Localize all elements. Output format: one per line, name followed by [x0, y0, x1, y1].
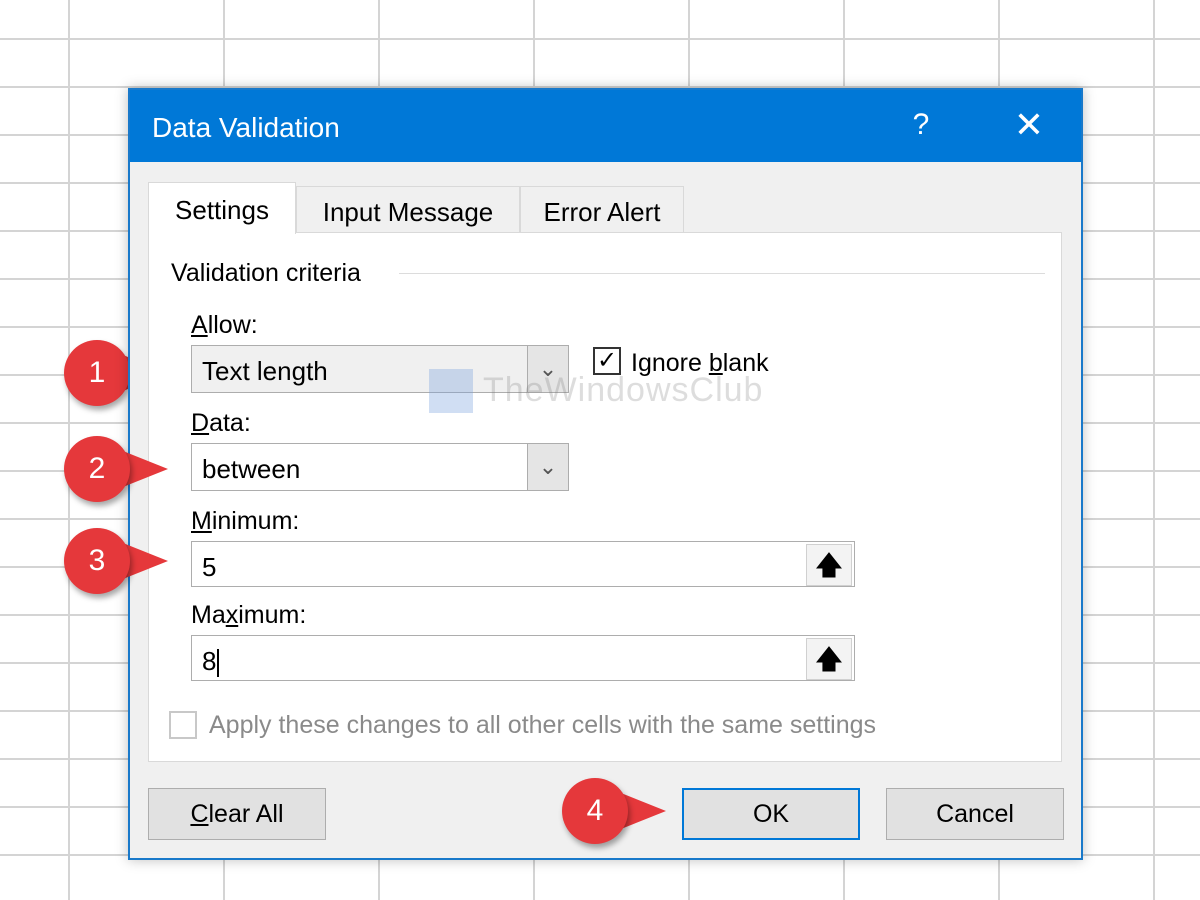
- settings-panel: Validation criteria Allow: Text length ⌄…: [148, 232, 1062, 762]
- group-divider: [399, 273, 1045, 274]
- maximum-input[interactable]: 8 🡅: [191, 635, 855, 681]
- data-label: Data:: [191, 409, 251, 437]
- callout-2-number: 2: [64, 436, 130, 502]
- apply-all-checkbox[interactable]: [169, 711, 197, 739]
- close-icon[interactable]: ✕: [1007, 104, 1051, 146]
- callout-4: 4: [562, 778, 672, 844]
- tab-error-alert[interactable]: Error Alert: [520, 186, 684, 232]
- callout-2: 2: [64, 436, 174, 502]
- minimum-value: 5: [202, 552, 217, 582]
- minimum-label: Minimum:: [191, 507, 300, 535]
- callout-1-number: 1: [64, 340, 130, 406]
- chevron-down-icon[interactable]: ⌄: [527, 444, 568, 490]
- maximum-label: Maximum:: [191, 601, 307, 629]
- allow-label: Allow:: [191, 311, 258, 339]
- callout-3: 3: [64, 528, 174, 594]
- text-caret: [217, 649, 220, 678]
- watermark-logo: [429, 369, 473, 413]
- watermark: TheWindowsClub: [483, 371, 764, 409]
- callout-4-number: 4: [562, 778, 628, 844]
- callout-3-number: 3: [64, 528, 130, 594]
- maximum-value: 8: [202, 646, 220, 678]
- collapse-dialog-icon[interactable]: 🡅: [806, 544, 852, 586]
- collapse-dialog-icon[interactable]: 🡅: [806, 638, 852, 680]
- dialog-title: Data Validation: [152, 112, 340, 143]
- data-value: between: [202, 454, 301, 484]
- allow-value: Text length: [202, 356, 328, 386]
- clear-all-button[interactable]: Clear All: [148, 788, 326, 840]
- validation-criteria-label: Validation criteria: [171, 259, 373, 288]
- minimum-input[interactable]: 5 🡅: [191, 541, 855, 587]
- ok-button[interactable]: OK: [682, 788, 860, 840]
- data-select[interactable]: between ⌄: [191, 443, 569, 491]
- cancel-button[interactable]: Cancel: [886, 788, 1064, 840]
- tab-input-message[interactable]: Input Message: [296, 186, 520, 232]
- tab-settings[interactable]: Settings: [148, 182, 296, 234]
- data-validation-dialog: Data Validation ? ✕ Settings Input Messa…: [128, 88, 1083, 860]
- help-button[interactable]: ?: [901, 108, 941, 142]
- apply-all-label: Apply these changes to all other cells w…: [209, 711, 877, 739]
- dialog-titlebar: Data Validation ? ✕: [130, 90, 1081, 162]
